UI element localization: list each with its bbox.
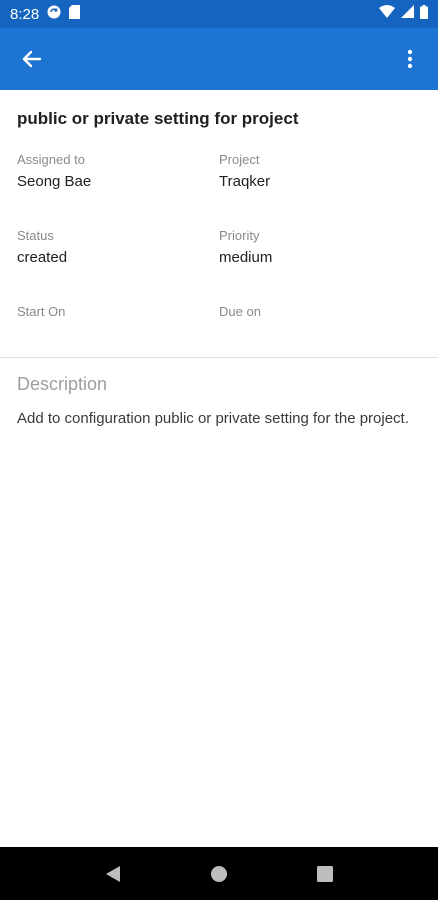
system-nav-bar (0, 847, 438, 900)
nav-home-button[interactable] (194, 849, 244, 899)
priority-value: medium (219, 249, 273, 266)
due-on-label: Due on (219, 304, 261, 319)
sync-icon (47, 5, 61, 23)
description-heading: Description (17, 374, 108, 394)
assigned-to-field: Assigned to Seong Bae (17, 152, 217, 192)
nav-recents-button[interactable] (300, 849, 350, 899)
overflow-menu-button[interactable] (394, 39, 426, 79)
cell-signal-icon (401, 5, 414, 23)
status-field: Status created (17, 228, 217, 268)
nav-back-icon (106, 865, 120, 882)
battery-icon (420, 4, 428, 24)
section-divider (0, 357, 438, 358)
priority-field: Priority medium (219, 228, 419, 268)
status-time: 8:28 (10, 5, 40, 23)
nav-back-button[interactable] (88, 849, 138, 899)
project-value: Traqker (219, 173, 271, 190)
status-label: Status (17, 228, 54, 243)
status-value: created (17, 249, 68, 266)
description-text: Add to configuration public or private s… (17, 410, 409, 427)
back-button[interactable] (12, 39, 52, 79)
nav-home-icon (211, 865, 227, 882)
project-label: Project (219, 152, 260, 167)
arrow-back-icon (22, 50, 42, 68)
project-field: Project Traqker (219, 152, 419, 192)
more-vert-icon (407, 49, 413, 69)
nav-recents-icon (317, 865, 333, 882)
app-bar (0, 28, 438, 90)
status-left: 8:28 (10, 5, 81, 23)
start-on-label: Start On (17, 304, 66, 319)
sd-card-icon (69, 5, 81, 23)
assigned-to-value: Seong Bae (17, 173, 92, 190)
task-title: public or private setting for project (17, 109, 299, 128)
wifi-icon (379, 5, 395, 23)
assigned-to-label: Assigned to (17, 152, 85, 167)
start-on-field: Start On (17, 304, 217, 324)
status-bar: 8:28 (0, 0, 438, 28)
status-right (379, 4, 428, 24)
due-on-field: Due on (219, 304, 419, 324)
priority-label: Priority (219, 228, 260, 243)
